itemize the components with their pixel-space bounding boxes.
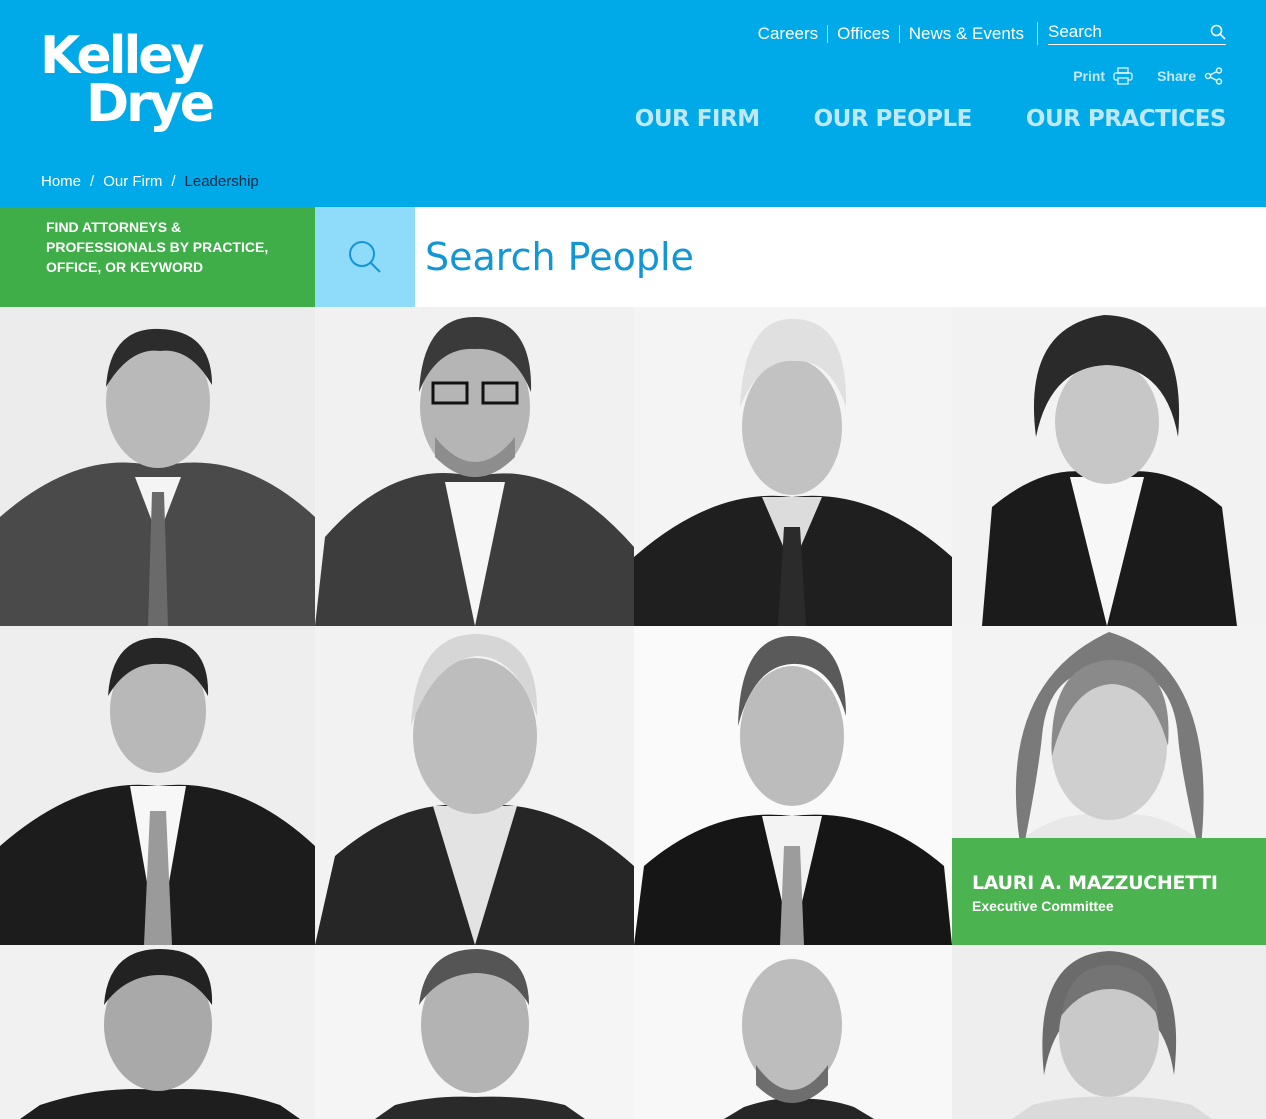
kelley-drye-logo[interactable]: Kelley Drye (40, 30, 215, 134)
person-card[interactable] (952, 307, 1266, 626)
person-card[interactable] (634, 307, 952, 626)
breadcrumb-our-firm[interactable]: Our Firm (103, 173, 162, 190)
share-label: Share (1157, 68, 1196, 84)
main-nav: OUR FIRM OUR PEOPLE OUR PRACTICES (581, 106, 1227, 132)
utility-nav: Careers Offices News & Events Search (749, 22, 1226, 45)
person-photo (634, 945, 952, 1119)
nav-our-people[interactable]: OUR PEOPLE (814, 106, 973, 132)
person-photo (0, 945, 315, 1119)
people-search-input[interactable]: Search People (415, 207, 1266, 307)
person-photo (952, 307, 1266, 626)
person-photo (634, 626, 952, 945)
person-card[interactable] (0, 945, 315, 1119)
person-card[interactable] (315, 945, 634, 1119)
print-label: Print (1073, 68, 1106, 84)
person-card[interactable] (634, 945, 952, 1119)
person-photo (952, 945, 1266, 1119)
person-card[interactable] (315, 626, 634, 945)
site-search[interactable]: Search (1037, 22, 1226, 45)
site-search-input[interactable]: Search (1048, 22, 1102, 42)
breadcrumb-current: Leadership (184, 173, 259, 190)
nav-our-firm[interactable]: OUR FIRM (635, 106, 760, 132)
news-events-link[interactable]: News & Events (898, 24, 1033, 43)
breadcrumb-separator: / (90, 173, 95, 190)
featured-person-role: Executive Committee (972, 898, 1114, 914)
nav-our-practices[interactable]: OUR PRACTICES (1026, 106, 1227, 132)
breadcrumb-separator: / (171, 173, 176, 190)
person-card[interactable] (0, 307, 315, 626)
share-button[interactable]: Share (1157, 67, 1224, 85)
featured-person-name[interactable]: LAURI A. MAZZUCHETTI (972, 872, 1246, 894)
people-search-bar: FIND ATTORNEYS & PROFESSIONALS BY PRACTI… (0, 207, 1266, 307)
featured-person-caption: LAURI A. MAZZUCHETTI Executive Committee (952, 838, 1266, 945)
person-photo (315, 626, 634, 945)
person-photo (634, 307, 952, 626)
print-button[interactable]: Print (1073, 67, 1133, 85)
people-grid: LAURI A. MAZZUCHETTI Executive Committee (0, 307, 1266, 1119)
careers-link[interactable]: Careers (749, 24, 827, 43)
finder-promo: FIND ATTORNEYS & PROFESSIONALS BY PRACTI… (0, 207, 315, 307)
site-header: Kelley Drye Careers Offices News & Event… (0, 0, 1266, 207)
person-card-featured[interactable]: LAURI A. MAZZUCHETTI Executive Committee (952, 626, 1266, 945)
person-card[interactable] (0, 626, 315, 945)
people-search-button[interactable] (315, 207, 415, 307)
person-card[interactable] (634, 626, 952, 945)
person-photo (0, 307, 315, 626)
logo-line-2: Drye (86, 74, 215, 134)
printer-icon (1113, 67, 1133, 85)
offices-link[interactable]: Offices (827, 24, 899, 43)
person-card[interactable] (952, 945, 1266, 1119)
share-icon (1204, 67, 1223, 85)
person-photo (315, 307, 634, 626)
person-card[interactable] (315, 307, 634, 626)
breadcrumb-home[interactable]: Home (41, 173, 81, 190)
breadcrumb: Home / Our Firm / Leadership (41, 173, 259, 190)
person-photo (0, 626, 315, 945)
search-icon[interactable] (1210, 24, 1226, 40)
person-photo (315, 945, 634, 1119)
magnifier-icon (349, 241, 381, 273)
page-tools: Print Share (1049, 67, 1224, 85)
